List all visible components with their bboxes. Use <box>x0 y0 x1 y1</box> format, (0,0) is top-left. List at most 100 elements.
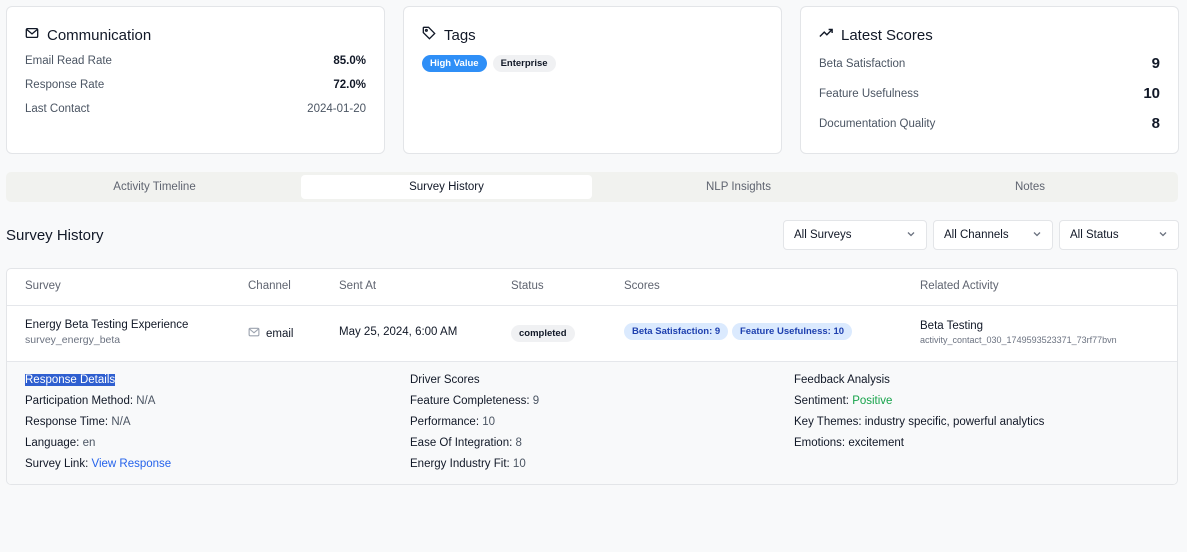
tab-survey-history[interactable]: Survey History <box>301 175 592 199</box>
metric-value: 72.0% <box>333 79 366 91</box>
participation-method: Participation Method: N/A <box>25 395 155 407</box>
mail-icon <box>25 26 39 44</box>
view-response-link[interactable]: View Response <box>91 458 171 470</box>
survey-filter-select[interactable]: All Surveys <box>783 220 927 250</box>
score-value: 10 <box>1143 85 1160 102</box>
detail-value: 10 <box>482 416 496 428</box>
column-header-related-activity: Related Activity <box>920 280 999 292</box>
score-row-feature-usefulness: Feature Usefulness 10 <box>819 85 1160 102</box>
column-header-survey: Survey <box>25 280 61 292</box>
related-activity-title[interactable]: Beta Testing <box>920 320 983 332</box>
channel-filter-value: All Channels <box>944 229 1009 241</box>
survey-name: Energy Beta Testing Experience <box>25 319 189 331</box>
detail-label: Response Time: <box>25 416 109 428</box>
metric-label: Response Rate <box>25 79 105 91</box>
detail-label: Ease Of Integration: <box>410 437 513 449</box>
tab-activity-timeline[interactable]: Activity Timeline <box>9 175 300 199</box>
detail-value: en <box>82 437 96 449</box>
communication-title-text: Communication <box>47 26 152 44</box>
metric-value: 85.0% <box>333 55 366 67</box>
detail-value: N/A <box>111 416 131 428</box>
status-badge: completed <box>511 325 575 342</box>
score-row-beta-satisfaction: Beta Satisfaction 9 <box>819 55 1160 72</box>
survey-link: Survey Link: View Response <box>25 458 171 470</box>
driver-energy-industry-fit: Energy Industry Fit: 10 <box>410 458 526 470</box>
tag-badge-enterprise[interactable]: Enterprise <box>492 55 556 72</box>
detail-label: Performance: <box>410 416 480 428</box>
tags-card: Tags High Value Enterprise <box>403 6 782 154</box>
tab-notes[interactable]: Notes <box>885 175 1175 199</box>
score-row-documentation-quality: Documentation Quality 8 <box>819 115 1160 132</box>
detail-label: Key Themes: <box>794 416 862 428</box>
score-label: Beta Satisfaction <box>819 57 906 70</box>
score-label: Documentation Quality <box>819 117 936 130</box>
response-details-heading: Response Details <box>25 374 116 386</box>
detail-value: 10 <box>512 458 526 470</box>
detail-label: Feature Completeness: <box>410 395 530 407</box>
metric-row-response-rate: Response Rate 72.0% <box>25 79 366 91</box>
tag-list: High Value Enterprise <box>422 55 556 72</box>
tag-badge-high-value[interactable]: High Value <box>422 55 487 72</box>
latest-scores-card: Latest Scores Beta Satisfaction 9 Featur… <box>800 6 1179 154</box>
detail-label: Energy Industry Fit: <box>410 458 510 470</box>
chevron-down-icon <box>906 229 916 242</box>
tags-title: Tags <box>422 26 476 44</box>
related-activity-id: activity_contact_030_1749593523371_73rf7… <box>920 335 1117 345</box>
mail-icon <box>248 326 260 341</box>
metric-label: Last Contact <box>25 103 90 115</box>
channel-cell: email <box>248 326 293 341</box>
language: Language: en <box>25 437 95 449</box>
detail-label: Survey Link: <box>25 458 89 470</box>
status-filter-select[interactable]: All Status <box>1059 220 1179 250</box>
communication-card: Communication Email Read Rate 85.0% Resp… <box>6 6 385 154</box>
detail-label: Emotions: <box>794 437 846 449</box>
feedback-analysis-title: Feedback Analysis <box>794 374 890 386</box>
section-title: Survey History <box>6 227 104 244</box>
driver-performance: Performance: 10 <box>410 416 495 428</box>
tab-nlp-insights[interactable]: NLP Insights <box>593 175 884 199</box>
score-badge-feature-usefulness: Feature Usefulness: 10 <box>732 323 853 340</box>
score-label: Feature Usefulness <box>819 87 919 100</box>
detail-value: N/A <box>136 395 156 407</box>
column-header-channel: Channel <box>248 280 291 292</box>
detail-label: Language: <box>25 437 80 449</box>
response-details-panel: Response Details Participation Method: N… <box>7 362 1177 484</box>
column-header-sent-at: Sent At <box>339 280 377 292</box>
detail-label: Sentiment: <box>794 395 849 407</box>
channel-filter-select[interactable]: All Channels <box>933 220 1053 250</box>
detail-value: industry specific, powerful analytics <box>864 416 1045 428</box>
score-value: 9 <box>1151 55 1160 72</box>
metric-label: Email Read Rate <box>25 55 112 67</box>
driver-scores-title: Driver Scores <box>410 374 480 386</box>
header-divider <box>7 305 1177 306</box>
metric-value: 2024-01-20 <box>307 103 366 115</box>
score-badge-beta-satisfaction: Beta Satisfaction: 9 <box>624 323 729 340</box>
driver-ease-of-integration: Ease Of Integration: 8 <box>410 437 522 449</box>
chevron-down-icon <box>1158 229 1168 242</box>
sentiment: Sentiment: Positive <box>794 395 892 407</box>
sentiment-value: Positive <box>852 395 893 407</box>
column-header-status: Status <box>511 280 544 292</box>
channel-value: email <box>266 327 294 340</box>
sent-at-value: May 25, 2024, 6:00 AM <box>339 326 458 338</box>
detail-value: 8 <box>515 437 522 449</box>
response-time: Response Time: N/A <box>25 416 130 428</box>
survey-filter-value: All Surveys <box>794 229 852 241</box>
response-details-title: Response Details <box>25 374 116 386</box>
driver-feature-completeness: Feature Completeness: 9 <box>410 395 539 407</box>
latest-scores-title: Latest Scores <box>819 26 933 44</box>
communication-title: Communication <box>25 26 151 44</box>
tab-bar: Activity Timeline Survey History NLP Ins… <box>6 172 1178 202</box>
emotions: Emotions: excitement <box>794 437 904 449</box>
key-themes: Key Themes: industry specific, powerful … <box>794 416 1044 428</box>
score-value: 8 <box>1151 115 1160 132</box>
metric-row-email-read-rate: Email Read Rate 85.0% <box>25 55 366 67</box>
survey-id: survey_energy_beta <box>25 334 121 346</box>
metric-row-last-contact: Last Contact 2024-01-20 <box>25 103 366 115</box>
tag-icon <box>422 26 436 44</box>
latest-scores-title-text: Latest Scores <box>841 26 933 44</box>
trending-up-icon <box>819 26 833 44</box>
column-header-scores: Scores <box>624 280 660 292</box>
detail-value: 9 <box>532 395 540 407</box>
detail-label: Participation Method: <box>25 395 134 407</box>
